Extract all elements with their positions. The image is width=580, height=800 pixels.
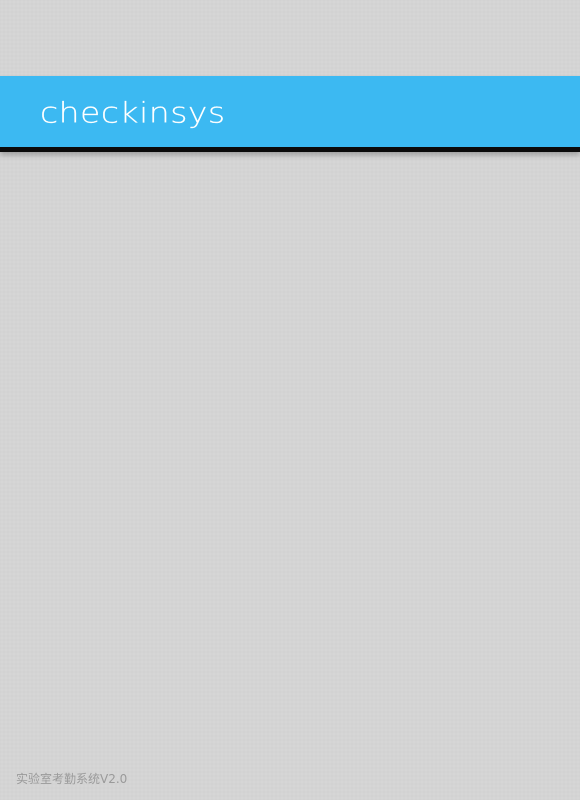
logo[interactable]: checkinsys xyxy=(40,90,226,134)
footer-version-text: 实验室考勤系统V2.0 xyxy=(16,772,128,786)
logo-text: checkinsys xyxy=(40,95,226,129)
header-bar: checkinsys xyxy=(0,76,580,152)
